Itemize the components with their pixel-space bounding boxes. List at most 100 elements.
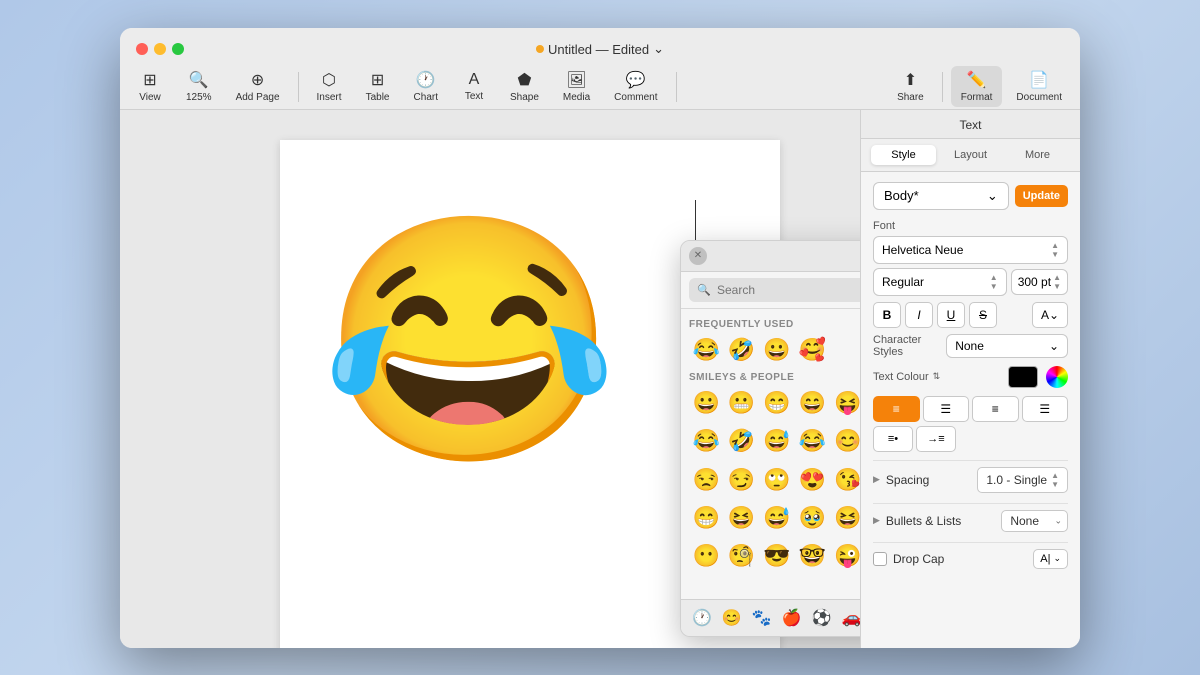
emoji-cell[interactable]: 🥹 bbox=[795, 502, 829, 534]
emoji-cell[interactable]: 😁 bbox=[760, 387, 794, 419]
align-right-button[interactable]: ≡ bbox=[972, 396, 1019, 422]
indent-button[interactable]: →≡ bbox=[916, 426, 956, 452]
main-area: 😂 ✕ ⊞ 🔍 FREQUENTLY USED 😂 bbox=[120, 110, 1080, 648]
emoji-cell[interactable]: 😎 bbox=[760, 540, 794, 572]
minimize-button[interactable] bbox=[154, 43, 166, 55]
picker-close-button[interactable]: ✕ bbox=[689, 247, 707, 265]
spacing-chevron-icon: ▶ bbox=[873, 474, 880, 485]
footer-recent-icon[interactable]: 🕐 bbox=[689, 605, 715, 631]
picker-body[interactable]: FREQUENTLY USED 😂 🤣 😀 🥰 SMILEYS & PEOPLE… bbox=[681, 309, 860, 599]
emoji-cell[interactable]: 😒 bbox=[689, 464, 723, 496]
smileys-grid-3: 😒 😏 🙄 😍 😘 😜 🤪 bbox=[689, 464, 860, 496]
emoji-cell[interactable]: 🤓 bbox=[795, 540, 829, 572]
dropcap-style-button[interactable]: A| ⌄ bbox=[1033, 549, 1068, 569]
emoji-cell[interactable]: 🤣 bbox=[724, 425, 758, 457]
emoji-cell[interactable]: 😏 bbox=[724, 464, 758, 496]
italic-button[interactable]: I bbox=[905, 302, 933, 328]
emoji-cell[interactable]: 😆 bbox=[724, 502, 758, 534]
spacing-row[interactable]: ▶ Spacing 1.0 - Single ▲▼ bbox=[873, 460, 1068, 499]
comment-label: Comment bbox=[614, 92, 657, 103]
bold-button[interactable]: B bbox=[873, 302, 901, 328]
align-justify-button[interactable]: ☰ bbox=[1022, 396, 1069, 422]
bullets-row[interactable]: ▶ Bullets & Lists None ⌄ bbox=[873, 503, 1068, 538]
align-center-button[interactable]: ☰ bbox=[923, 396, 970, 422]
footer-activities-icon[interactable]: ⚽ bbox=[809, 605, 835, 631]
color-wheel[interactable] bbox=[1046, 366, 1068, 388]
add-page-button[interactable]: ⊕ Add Page bbox=[226, 66, 290, 107]
zoom-button[interactable]: 🔍 125% bbox=[176, 66, 222, 107]
table-label: Table bbox=[366, 92, 390, 103]
document-area[interactable]: 😂 ✕ ⊞ 🔍 FREQUENTLY USED 😂 bbox=[120, 110, 860, 648]
emoji-cell[interactable]: 😀 bbox=[760, 334, 794, 366]
font-size-value: 300 pt bbox=[1018, 275, 1051, 289]
emoji-cell[interactable]: 😝 bbox=[831, 387, 860, 419]
tab-layout[interactable]: Layout bbox=[938, 145, 1003, 165]
font-name-select[interactable]: Helvetica Neue ▲▼ bbox=[873, 236, 1068, 264]
font-style-select[interactable]: Regular ▲▼ bbox=[873, 268, 1007, 296]
view-button[interactable]: ⊞ View bbox=[128, 66, 172, 107]
chart-button[interactable]: 🕐 Chart bbox=[404, 66, 448, 107]
bullets-chevron-down-icon: ⌄ bbox=[1054, 515, 1062, 526]
media-button[interactable]: 🖼 Media bbox=[553, 66, 600, 107]
more-text-format-button[interactable]: A⌄ bbox=[1032, 302, 1068, 328]
table-button[interactable]: ⊞ Table bbox=[356, 66, 400, 107]
character-styles-select[interactable]: None ⌄ bbox=[946, 334, 1068, 358]
emoji-cell[interactable]: 🙄 bbox=[760, 464, 794, 496]
update-button[interactable]: Update bbox=[1015, 185, 1068, 207]
spacing-value[interactable]: 1.0 - Single ▲▼ bbox=[977, 467, 1068, 493]
footer-food-icon[interactable]: 🍎 bbox=[779, 605, 805, 631]
comment-button[interactable]: 💬 Comment bbox=[604, 66, 667, 107]
color-swatch[interactable] bbox=[1008, 366, 1038, 388]
emoji-cell[interactable]: 😆 bbox=[831, 502, 860, 534]
emoji-cell[interactable]: 😂 bbox=[795, 425, 829, 457]
emoji-cell[interactable]: 😂 bbox=[689, 425, 723, 457]
emoji-cell[interactable]: 😜 bbox=[831, 540, 860, 572]
chevron-down-icon: ⌄ bbox=[987, 188, 998, 204]
footer-travel-icon[interactable]: 🚗 bbox=[839, 605, 860, 631]
insert-button[interactable]: ⬡ Insert bbox=[307, 66, 352, 107]
underline-button[interactable]: U bbox=[937, 302, 965, 328]
emoji-cell[interactable]: 😄 bbox=[795, 387, 829, 419]
chart-icon: 🕐 bbox=[416, 70, 436, 90]
footer-animals-icon[interactable]: 🐾 bbox=[749, 605, 775, 631]
close-button[interactable] bbox=[136, 43, 148, 55]
text-button[interactable]: A Text bbox=[452, 67, 496, 106]
emoji-cell[interactable]: 😊 bbox=[831, 425, 860, 457]
maximize-button[interactable] bbox=[172, 43, 184, 55]
tab-more[interactable]: More bbox=[1005, 145, 1070, 165]
title-bar-top: Untitled — Edited ⌄ bbox=[120, 28, 1080, 66]
paragraph-style-dropdown[interactable]: Body* ⌄ bbox=[873, 182, 1009, 210]
emoji-cell[interactable]: 😶 bbox=[689, 540, 723, 572]
insert-icon: ⬡ bbox=[322, 70, 336, 90]
tab-style[interactable]: Style bbox=[871, 145, 936, 165]
emoji-cell[interactable]: 😅 bbox=[760, 502, 794, 534]
emoji-cell[interactable]: 😍 bbox=[795, 464, 829, 496]
emoji-cell[interactable]: 😘 bbox=[831, 464, 860, 496]
emoji-cell[interactable]: 😀 bbox=[689, 387, 723, 419]
alignment-row: ≡ ☰ ≡ ☰ bbox=[873, 396, 1068, 422]
document-button[interactable]: 📄 Document bbox=[1006, 66, 1072, 107]
footer-smileys-icon[interactable]: 😊 bbox=[719, 605, 745, 631]
emoji-cell[interactable]: 😂 bbox=[689, 334, 723, 366]
toolbar-separator-2 bbox=[676, 72, 677, 102]
font-size-control[interactable]: 300 pt ▲▼ bbox=[1011, 269, 1068, 295]
spacing-value-text: 1.0 - Single bbox=[986, 473, 1047, 487]
format-button[interactable]: ✏️ Format bbox=[951, 66, 1003, 107]
share-button[interactable]: ⬆ Share bbox=[887, 66, 934, 107]
toolbar-separator-1 bbox=[298, 72, 299, 102]
align-left-button[interactable]: ≡ bbox=[873, 396, 920, 422]
emoji-cell[interactable]: 🤣 bbox=[724, 334, 758, 366]
document-label: Document bbox=[1016, 92, 1062, 103]
emoji-cell[interactable]: 😬 bbox=[724, 387, 758, 419]
strikethrough-button[interactable]: S bbox=[969, 302, 997, 328]
emoji-cell[interactable]: 😅 bbox=[760, 425, 794, 457]
emoji-search-input[interactable] bbox=[689, 278, 860, 302]
picker-header: ✕ ⊞ bbox=[681, 241, 860, 272]
emoji-cell[interactable]: 🧐 bbox=[724, 540, 758, 572]
emoji-cell[interactable]: 🥰 bbox=[795, 334, 829, 366]
dropcap-checkbox[interactable] bbox=[873, 552, 887, 566]
paragraph-style-row: Body* ⌄ Update bbox=[873, 182, 1068, 210]
shape-button[interactable]: ⬟ Shape bbox=[500, 66, 549, 107]
emoji-cell[interactable]: 😁 bbox=[689, 502, 723, 534]
unordered-list-button[interactable]: ≡• bbox=[873, 426, 913, 452]
